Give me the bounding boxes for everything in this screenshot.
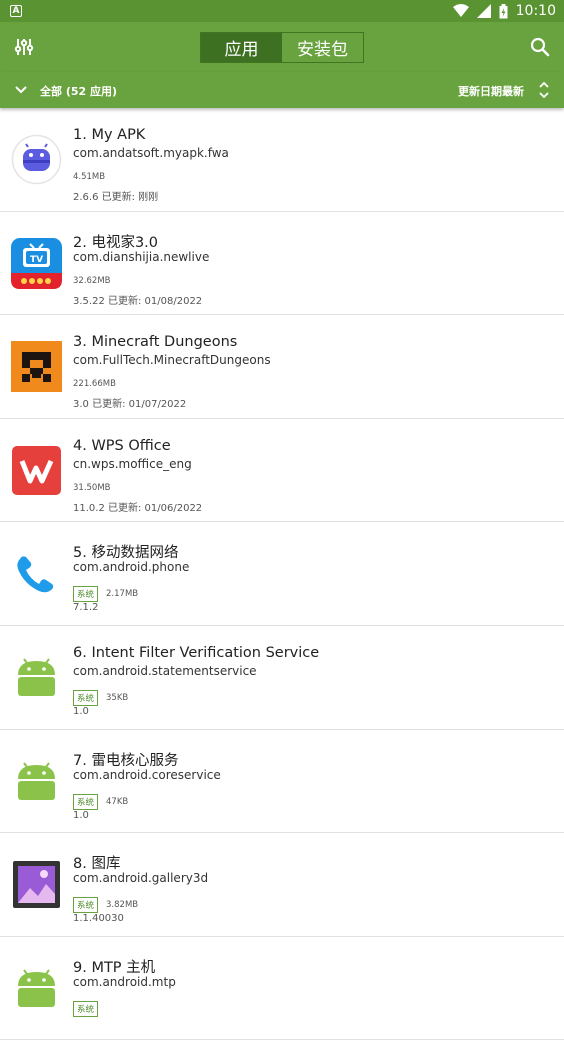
app-version: 3.5.22 已更新: 01/08/2022 bbox=[73, 295, 203, 307]
app-title: 6. Intent Filter Verification Service bbox=[73, 644, 320, 661]
app-size: 31.50MB bbox=[73, 482, 111, 493]
app-list: 1. My APK com.andatsoft.myapk.fwa 4.51MB… bbox=[0, 108, 564, 1040]
app-title: 9. MTP 主机 bbox=[73, 959, 156, 976]
app-size: 221.66MB bbox=[73, 379, 116, 390]
notification-icon: A bbox=[10, 5, 22, 17]
minecraft-icon bbox=[11, 341, 62, 393]
list-item[interactable]: 3. Minecraft Dungeons com.FullTech.Minec… bbox=[0, 315, 564, 419]
tab-apps[interactable]: 应用 bbox=[201, 33, 282, 62]
app-package: com.FullTech.MinecraftDungeons bbox=[73, 353, 271, 368]
app-package: com.dianshijia.newlive bbox=[73, 249, 210, 264]
battery-icon bbox=[499, 3, 508, 18]
list-item[interactable]: 1. My APK com.andatsoft.myapk.fwa 4.51MB… bbox=[0, 108, 564, 212]
app-size: 2.17MB bbox=[106, 589, 139, 600]
gallery-icon bbox=[13, 861, 60, 909]
list-item[interactable]: 5. 移动数据网络 com.android.phone 系统 2.17MB 7.1… bbox=[0, 522, 564, 626]
myapk-icon bbox=[11, 134, 62, 185]
app-version: 11.0.2 已更新: 01/06/2022 bbox=[73, 502, 203, 514]
signal-icon bbox=[476, 4, 491, 18]
status-icons: 10:10 bbox=[452, 0, 556, 22]
app-title: 5. 移动数据网络 bbox=[73, 545, 179, 562]
app-package: cn.wps.moffice_eng bbox=[73, 456, 192, 471]
list-item[interactable]: 4. WPS Office cn.wps.moffice_eng 31.50MB… bbox=[0, 419, 564, 523]
list-item[interactable]: 7. 雷电核心服务 com.android.coreservice 系统 47KB… bbox=[0, 730, 564, 834]
app-filter-label[interactable]: 全部 (52 应用) bbox=[40, 83, 117, 99]
wps-icon bbox=[12, 445, 61, 495]
app-title: 4. WPS Office bbox=[73, 437, 171, 454]
system-badge: 系统 bbox=[73, 793, 99, 810]
app-title: 7. 雷电核心服务 bbox=[73, 752, 179, 769]
app-size: 3.82MB bbox=[106, 900, 139, 911]
app-package: com.andatsoft.myapk.fwa bbox=[73, 146, 229, 160]
android-icon bbox=[18, 969, 55, 1007]
clock: 10:10 bbox=[515, 3, 556, 19]
sort-label[interactable]: 更新日期最新 bbox=[458, 83, 524, 99]
svg-text:TV: TV bbox=[30, 255, 43, 265]
app-package: com.android.coreservice bbox=[73, 767, 221, 782]
app-package: com.android.mtp bbox=[73, 974, 176, 989]
tab-packages[interactable]: 安装包 bbox=[282, 33, 363, 62]
app-version: 1.0 bbox=[73, 705, 89, 717]
phone-icon bbox=[17, 556, 54, 593]
chevron-down-icon[interactable] bbox=[14, 84, 28, 96]
app-title: 8. 图库 bbox=[73, 856, 121, 873]
search-icon[interactable] bbox=[528, 35, 552, 59]
system-badge: 系统 bbox=[73, 586, 99, 603]
app-package: com.android.phone bbox=[73, 560, 190, 575]
app-package: com.android.gallery3d bbox=[73, 871, 209, 886]
app-size: 32.62MB bbox=[73, 275, 111, 286]
app-size: 4.51MB bbox=[73, 172, 106, 182]
app-version: 1.1.40030 bbox=[73, 913, 124, 925]
app-title: 2. 电视家3.0 bbox=[73, 234, 159, 251]
filter-sort-bar: 全部 (52 应用) 更新日期最新 bbox=[0, 72, 564, 108]
system-badge: 系统 bbox=[73, 1000, 99, 1017]
system-badge: 系统 bbox=[73, 897, 99, 914]
filter-settings-icon[interactable] bbox=[12, 35, 36, 59]
list-item[interactable]: TV 2. 电视家3.0 com.dianshijia.newlive 32.6… bbox=[0, 212, 564, 316]
app-title: 3. Minecraft Dungeons bbox=[73, 334, 238, 351]
sort-toggle-icon[interactable] bbox=[538, 80, 550, 100]
app-bar: 应用 安装包 bbox=[0, 22, 564, 72]
app-size: 35KB bbox=[106, 692, 129, 703]
app-version: 1.0 bbox=[73, 809, 89, 821]
app-package: com.android.statementservice bbox=[73, 663, 257, 678]
tv-icon: TV bbox=[11, 237, 62, 289]
app-title: 1. My APK bbox=[73, 127, 146, 143]
list-item[interactable]: 6. Intent Filter Verification Service co… bbox=[0, 626, 564, 730]
wifi-icon bbox=[452, 4, 469, 17]
tab-group: 应用 安装包 bbox=[200, 32, 364, 63]
list-item[interactable]: 8. 图库 com.android.gallery3d 系统 3.82MB 1.1… bbox=[0, 833, 564, 937]
status-bar: A 10:10 bbox=[0, 0, 564, 22]
app-size: 47KB bbox=[106, 796, 129, 807]
app-version: 3.0 已更新: 01/07/2022 bbox=[73, 399, 187, 411]
android-icon bbox=[18, 658, 55, 696]
list-item[interactable]: 9. MTP 主机 com.android.mtp 系统 bbox=[0, 937, 564, 1040]
app-version: 2.6.6 已更新: 刚刚 bbox=[73, 192, 159, 203]
system-badge: 系统 bbox=[73, 689, 99, 706]
app-version: 7.1.2 bbox=[73, 602, 99, 614]
android-icon bbox=[18, 761, 55, 800]
